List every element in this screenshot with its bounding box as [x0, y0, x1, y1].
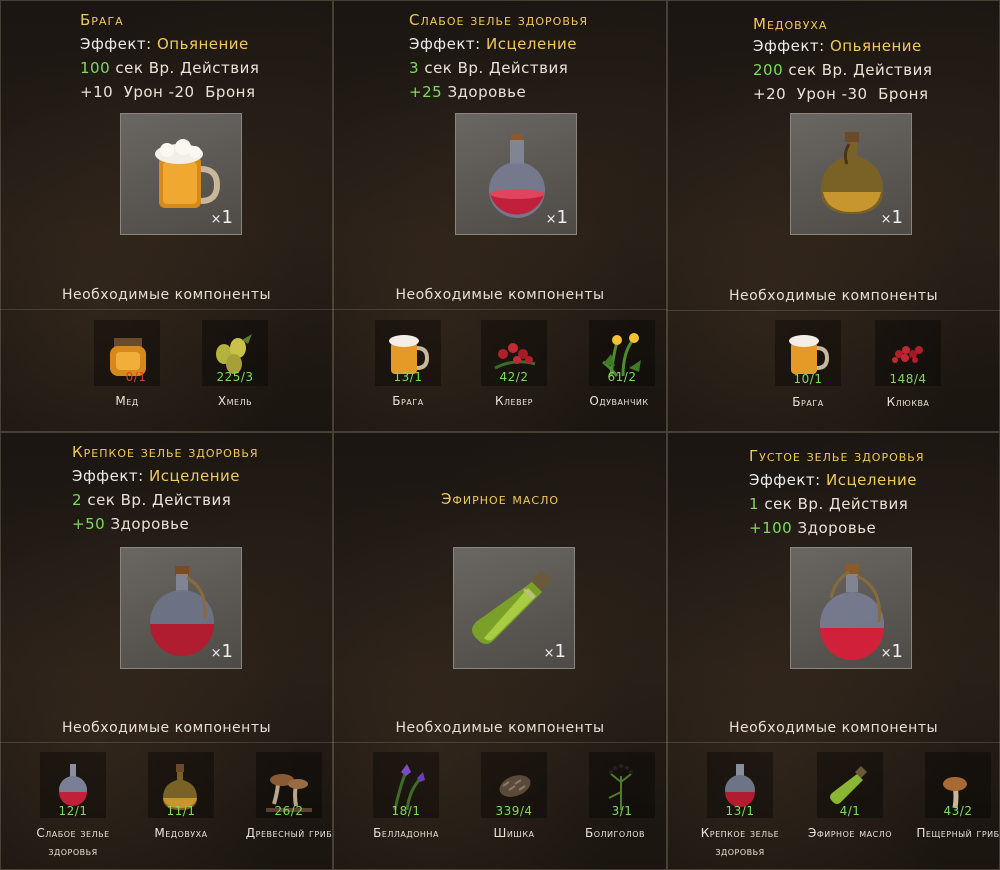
component-name: Белладонна [373, 826, 439, 840]
component-name: Брага [792, 395, 824, 409]
duration-line: 200 сек Вр. Действия [753, 61, 933, 79]
item-slot[interactable]: ×1 [120, 113, 242, 235]
recipe-info: Крепкое зелье здоровья Эффект: Исцеление… [72, 440, 259, 536]
effect-line: Эффект: Опьянение [753, 37, 922, 55]
health-line: +50 Здоровье [72, 515, 190, 533]
component-name: Болиголов [584, 826, 645, 840]
effect-value: Опьянение [829, 37, 922, 55]
recipe-info: Брага Эффект: Опьянение 100 сек Вр. Дейс… [80, 8, 259, 104]
item-quantity: ×1 [210, 207, 233, 228]
component-count: 11/1 [166, 804, 196, 818]
components-heading: Необходимые компоненты [0, 720, 333, 743]
component-count: 42/2 [499, 370, 529, 384]
component-count: 148/4 [889, 372, 927, 386]
recipe-grid: Брага Эффект: Опьянение 100 сек Вр. Дейс… [0, 0, 1000, 870]
health-line: +100 Здоровье [749, 519, 877, 537]
duration-line: 3 сек Вр. Действия [409, 59, 569, 77]
components-heading: Необходимые компоненты [0, 287, 333, 310]
item-quantity: ×1 [880, 641, 903, 662]
stats-line: +20 Урон -30 Броня [753, 85, 929, 103]
item-quantity: ×1 [880, 207, 903, 228]
item-slot[interactable]: ×1 [453, 547, 575, 669]
item-quantity: ×1 [545, 207, 568, 228]
recipe-info: Слабое зелье здоровья Эффект: Исцеление … [409, 8, 588, 104]
component-name: Пещерный гриб [916, 826, 1000, 840]
component-name: Медовуха [154, 826, 208, 840]
recipe-card-mead[interactable]: Медовуха Эффект: Опьянение 200 сек Вр. Д… [667, 0, 1000, 432]
health-line: +25 Здоровье [409, 83, 527, 101]
component-name: Крепкое зелье здоровья [700, 826, 780, 858]
component-name: Слабое зелье здоровья [36, 826, 110, 858]
components-heading: Необходимые компоненты [333, 720, 667, 743]
effect-value: Исцеление [825, 471, 917, 489]
components-heading: Необходимые компоненты [333, 287, 667, 310]
component-count: 43/2 [943, 804, 973, 818]
component-count: 225/3 [216, 370, 254, 384]
components-heading: Необходимые компоненты [667, 720, 1000, 743]
item-slot[interactable]: ×1 [455, 113, 577, 235]
recipe-card-essential-oil[interactable]: Эфирное масло ×1 Необходимые компоненты … [333, 432, 667, 870]
effect-value: Опьянение [156, 35, 249, 53]
component-name: Хмель [217, 394, 253, 408]
duration-line: 100 сек Вр. Действия [80, 59, 260, 77]
component-name: Одуванчик [589, 394, 649, 408]
component-count: 61/2 [607, 370, 637, 384]
effect-value: Исцеление [485, 35, 577, 53]
recipe-title: Слабое зелье здоровья [409, 11, 589, 29]
recipe-title: Медовуха [753, 15, 828, 33]
duration-line: 1 сек Вр. Действия [749, 495, 909, 513]
components-heading: Необходимые компоненты [667, 288, 1000, 311]
recipe-title: Крепкое зелье здоровья [72, 443, 259, 461]
component-count: 0/1 [125, 370, 147, 384]
recipe-card-thick-health-potion[interactable]: Густое зелье здоровья Эффект: Исцеление … [667, 432, 1000, 870]
duration-line: 2 сек Вр. Действия [72, 491, 232, 509]
item-slot[interactable]: ×1 [790, 547, 912, 669]
component-count: 13/1 [725, 804, 755, 818]
recipe-title: Брага [80, 11, 124, 29]
item-slot[interactable]: ×1 [790, 113, 912, 235]
component-count: 18/1 [391, 804, 421, 818]
recipe-card-weak-health-potion[interactable]: Слабое зелье здоровья Эффект: Исцеление … [333, 0, 667, 432]
component-count: 13/1 [393, 370, 423, 384]
component-count: 4/1 [839, 804, 861, 818]
component-count: 12/1 [58, 804, 88, 818]
component-name: Шишка [493, 826, 535, 840]
component-name: Древесный гриб [245, 826, 333, 840]
component-count: 10/1 [793, 372, 823, 386]
recipe-card-braga[interactable]: Брага Эффект: Опьянение 100 сек Вр. Дейс… [0, 0, 333, 432]
component-name: Эфирное масло [807, 826, 893, 840]
component-count: 26/2 [274, 804, 304, 818]
effect-value: Исцеление [148, 467, 240, 485]
item-quantity: ×1 [210, 641, 233, 662]
recipe-info: Медовуха Эффект: Опьянение 200 сек Вр. Д… [753, 15, 933, 106]
recipe-title: Эфирное масло [440, 490, 560, 508]
recipe-title: Густое зелье здоровья [749, 447, 925, 465]
component-name: Клевер [495, 394, 533, 408]
recipe-card-strong-health-potion[interactable]: Крепкое зелье здоровья Эффект: Исцеление… [0, 432, 333, 870]
item-quantity: ×1 [543, 641, 566, 662]
stats-line: +10 Урон -20 Броня [80, 83, 256, 101]
component-name: Клюква [886, 395, 930, 409]
effect-line: Эффект: Исцеление [72, 467, 240, 485]
item-slot[interactable]: ×1 [120, 547, 242, 669]
component-name: Мед [115, 394, 139, 408]
effect-line: Эффект: Исцеление [409, 35, 577, 53]
recipe-info: Густое зелье здоровья Эффект: Исцеление … [749, 444, 925, 540]
component-count: 339/4 [495, 804, 533, 818]
effect-line: Эффект: Исцеление [749, 471, 917, 489]
component-name: Брага [392, 394, 424, 408]
component-count: 3/1 [611, 804, 633, 818]
effect-line: Эффект: Опьянение [80, 35, 249, 53]
